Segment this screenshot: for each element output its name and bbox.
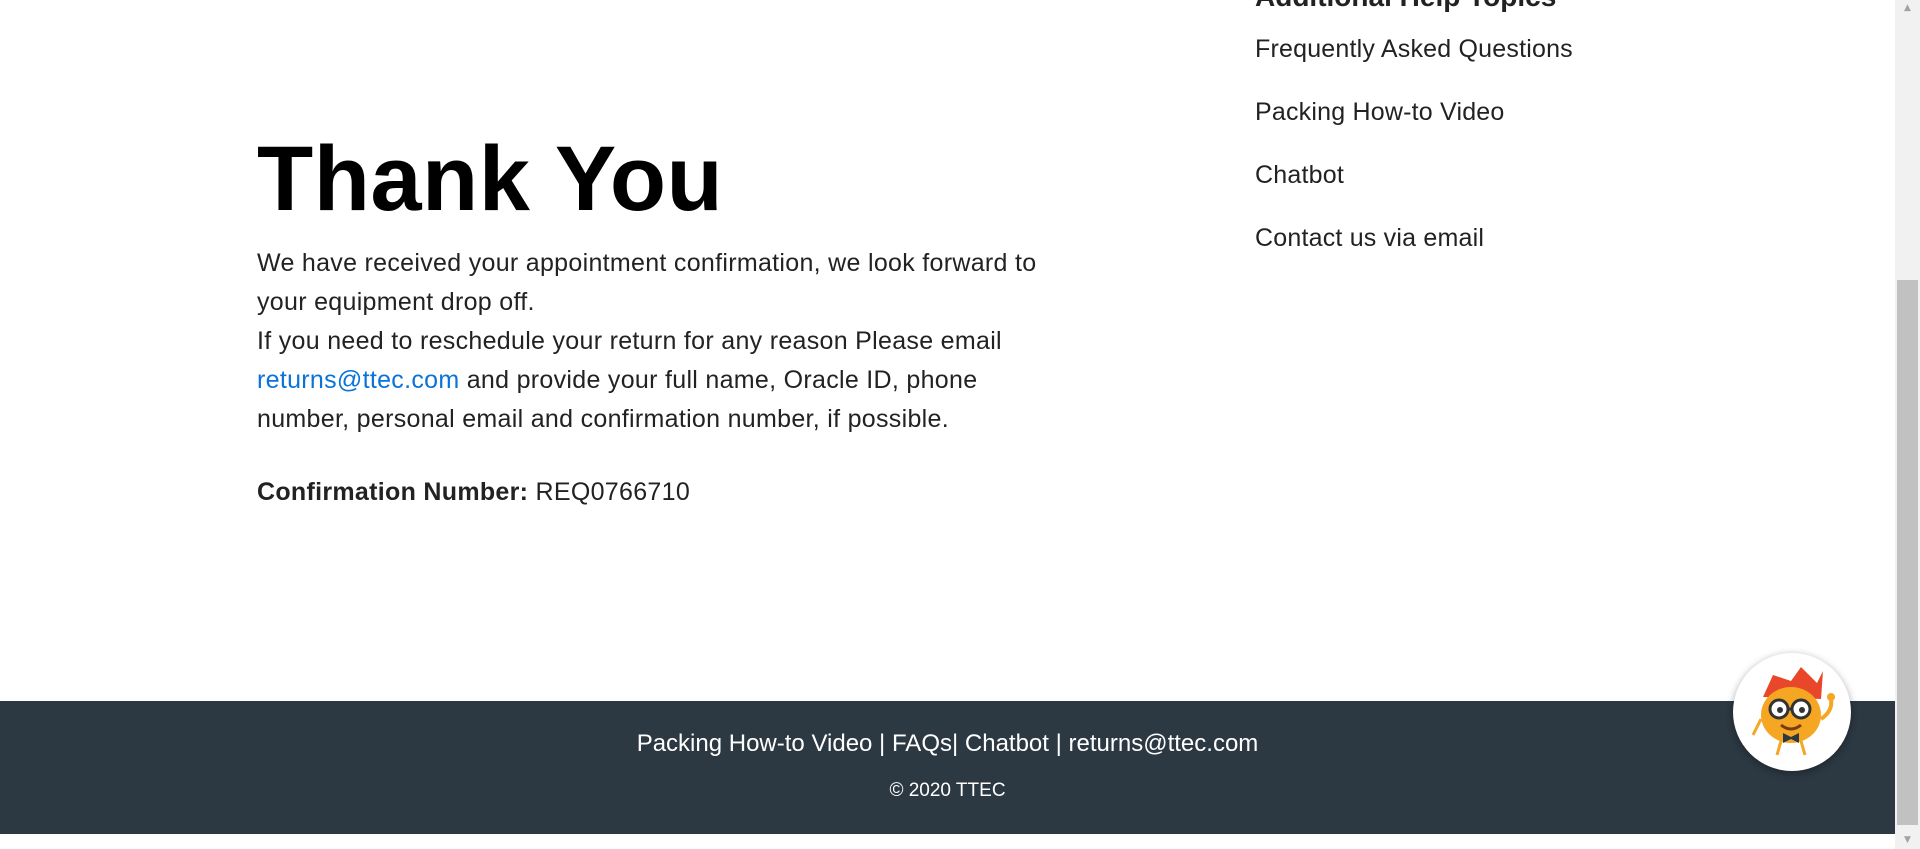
help-topics-panel: Additional Help Topics Frequently Asked … xyxy=(1255,0,1655,286)
reschedule-text: If you need to reschedule your return fo… xyxy=(257,327,1002,355)
footer-separator: | xyxy=(1048,730,1069,757)
scroll-up-arrow-icon[interactable]: ▲ xyxy=(1895,0,1920,17)
vertical-scrollbar[interactable]: ▲ ▼ xyxy=(1895,0,1920,849)
chatbot-launcher-button[interactable] xyxy=(1733,653,1851,771)
page: Additional Help Topics Frequently Asked … xyxy=(0,0,1895,849)
help-item-chatbot[interactable]: Chatbot xyxy=(1255,160,1655,190)
footer-link-faqs[interactable]: FAQs xyxy=(892,730,952,757)
thank-you-section: Thank You We have received your appointm… xyxy=(257,120,1077,509)
help-item-contact-email[interactable]: Contact us via email xyxy=(1255,223,1655,253)
footer: Packing How-to Video | FAQs| Chatbot | r… xyxy=(0,701,1895,834)
scrollbar-thumb[interactable] xyxy=(1897,280,1918,825)
help-topics-list: Frequently Asked Questions Packing How-t… xyxy=(1255,34,1655,253)
footer-separator: | xyxy=(872,730,892,757)
help-item-faq[interactable]: Frequently Asked Questions xyxy=(1255,34,1655,64)
footer-link-email[interactable]: returns@ttec.com xyxy=(1069,730,1259,757)
confirmation-number-label: Confirmation Number: xyxy=(257,478,529,506)
confirmation-message: We have received your appointment confir… xyxy=(257,244,1077,439)
confirmation-number: Confirmation Number: REQ0766710 xyxy=(257,475,1077,509)
help-item-packing-video[interactable]: Packing How-to Video xyxy=(1255,97,1655,127)
help-topics-heading: Additional Help Topics xyxy=(1255,0,1655,14)
returns-email-link[interactable]: returns@ttec.com xyxy=(257,366,459,394)
chatbot-mascot-icon xyxy=(1751,667,1835,756)
footer-links: Packing How-to Video | FAQs| Chatbot | r… xyxy=(0,729,1895,759)
confirmation-number-value: REQ0766710 xyxy=(535,478,691,506)
scroll-down-arrow-icon[interactable]: ▼ xyxy=(1895,832,1920,849)
footer-link-chatbot[interactable]: Chatbot xyxy=(965,730,1049,757)
footer-copyright: © 2020 TTEC xyxy=(889,780,1006,801)
bottom-strip xyxy=(0,834,1895,849)
received-text: We have received your appointment confir… xyxy=(257,249,1037,316)
footer-separator: | xyxy=(951,730,965,757)
footer-link-packing-video[interactable]: Packing How-to Video xyxy=(637,730,873,757)
page-title: Thank You xyxy=(257,128,724,230)
